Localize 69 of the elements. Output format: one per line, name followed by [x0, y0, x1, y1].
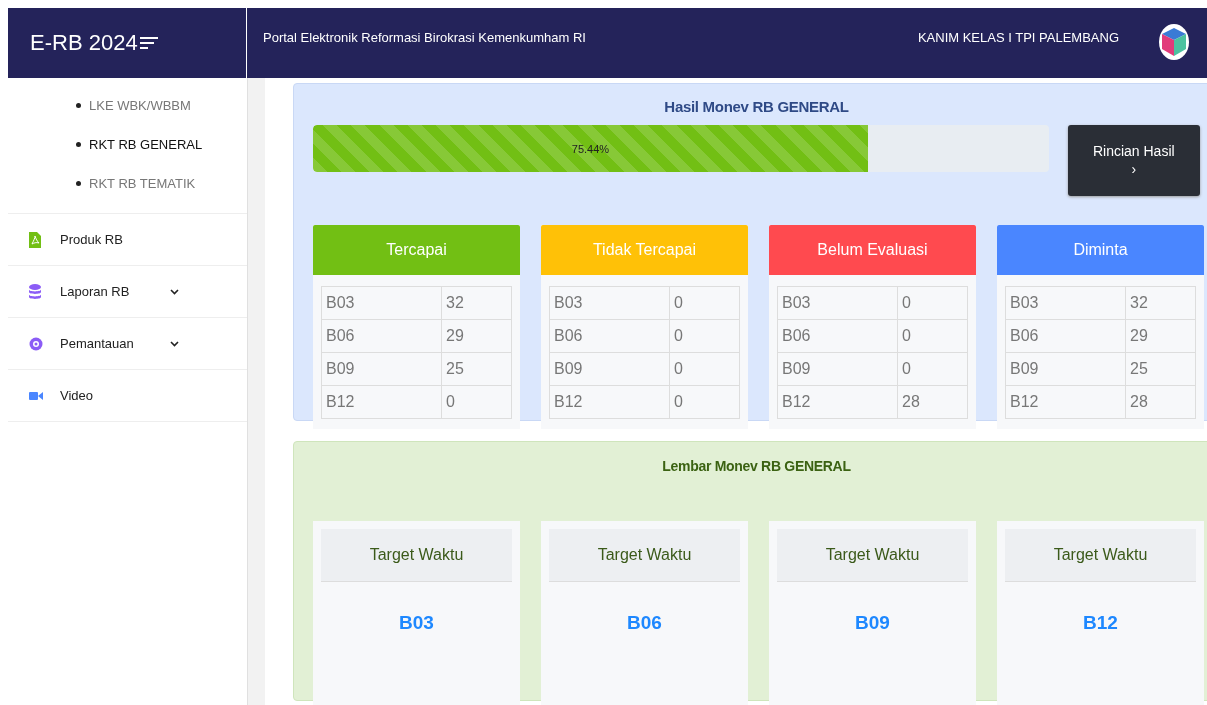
table-cell: B06 — [321, 319, 442, 353]
table-cell: 28 — [1125, 385, 1196, 419]
chevron-down-icon[interactable] — [170, 288, 179, 295]
video-camera-icon — [29, 390, 43, 401]
office-name: KANIM KELAS I TPI PALEMBANG — [917, 30, 1119, 45]
sidebar-menu-item[interactable]: Pemantauan — [60, 336, 170, 351]
table-cell: B09 — [777, 352, 898, 386]
sidebar-menu-item[interactable]: Video — [60, 388, 170, 403]
table-cell: B06 — [1005, 319, 1126, 353]
table-cell: 29 — [1125, 319, 1196, 353]
table-cell: B03 — [777, 286, 898, 320]
status-card-header: Tercapai — [313, 225, 520, 275]
target-period: B03 — [399, 612, 434, 634]
status-card-header: Belum Evaluasi — [769, 225, 976, 275]
table-cell: 28 — [897, 385, 968, 419]
table-cell: 25 — [441, 352, 512, 386]
panel-title: Lembar Monev RB GENERAL — [661, 458, 852, 474]
table-cell: B09 — [1005, 352, 1126, 386]
target-card-header: Target Waktu — [321, 529, 512, 582]
table-cell: B06 — [549, 319, 670, 353]
target-card-header: Target Waktu — [549, 529, 740, 582]
submenu-link[interactable]: RKT RB TEMATIK — [89, 176, 196, 191]
panel-title: Hasil Monev RB GENERAL — [663, 98, 850, 115]
brand-logo-text: E-RB 2024 — [30, 30, 138, 56]
database-icon — [29, 283, 41, 300]
menu-toggle-icon[interactable] — [137, 36, 158, 50]
eye-icon — [29, 336, 43, 351]
table-cell: B12 — [1005, 385, 1126, 419]
table-cell: 0 — [897, 352, 968, 386]
table-cell: 0 — [441, 385, 512, 419]
table-cell: B12 — [321, 385, 442, 419]
table-cell: 32 — [441, 286, 512, 320]
target-card-header: Target Waktu — [1005, 529, 1196, 582]
table-cell: 25 — [1125, 352, 1196, 386]
bullet-icon — [76, 103, 81, 108]
table-cell: 0 — [669, 286, 740, 320]
pdf-file-icon — [29, 231, 41, 248]
status-card-header: Tidak Tercapai — [541, 225, 748, 275]
table-cell: B09 — [321, 352, 442, 386]
table-cell: B09 — [549, 352, 670, 386]
table-cell: 0 — [897, 319, 968, 353]
progress-reading: 75.44% — [571, 142, 610, 155]
table-cell: 32 — [1125, 286, 1196, 320]
table-cell: B06 — [777, 319, 898, 353]
table-cell: B12 — [549, 385, 670, 419]
cube-logo-icon — [1159, 24, 1189, 60]
status-card-header: Diminta — [997, 225, 1204, 275]
table-cell: 29 — [441, 319, 512, 353]
table-cell: 0 — [897, 286, 968, 320]
table-cell: 0 — [669, 352, 740, 386]
details-button[interactable]: Rincian Hasil › — [1067, 125, 1200, 196]
table-cell: 0 — [669, 319, 740, 353]
chevron-down-icon[interactable] — [170, 340, 179, 347]
submenu-link[interactable]: RKT RB GENERAL — [89, 137, 203, 152]
submenu-link[interactable]: LKE WBK/WBBM — [89, 98, 191, 113]
bullet-icon — [76, 181, 81, 186]
table-cell: B12 — [777, 385, 898, 419]
table-cell: B03 — [321, 286, 442, 320]
portal-title: Portal Elektronik Reformasi Birokrasi Kemenkumham RI — [263, 30, 587, 45]
sidebar-menu-item[interactable]: Produk RB — [60, 232, 170, 247]
table-cell: B03 — [1005, 286, 1126, 320]
target-card-header: Target Waktu — [777, 529, 968, 582]
table-cell: 0 — [669, 385, 740, 419]
sidebar-menu-item[interactable]: Laporan RB — [60, 284, 170, 299]
target-period: B09 — [855, 612, 890, 634]
bullet-icon — [76, 142, 81, 147]
table-cell: B03 — [549, 286, 670, 320]
target-period: B12 — [1083, 612, 1118, 634]
target-period: B06 — [627, 612, 662, 634]
